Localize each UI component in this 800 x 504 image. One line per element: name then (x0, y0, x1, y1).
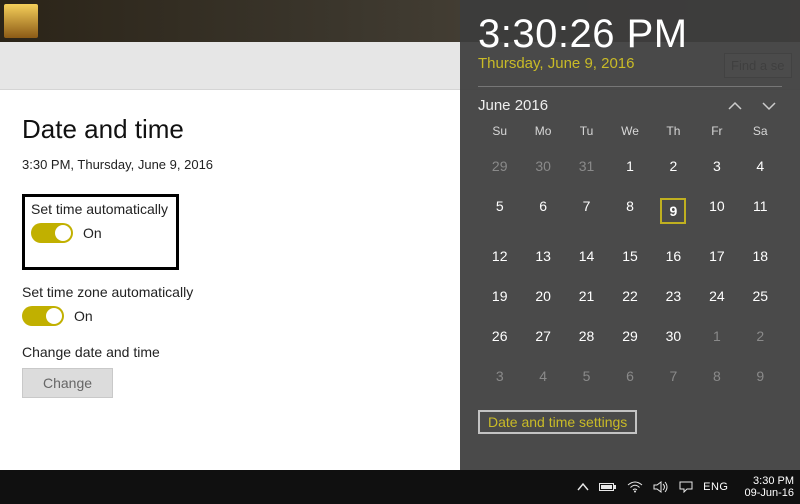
tray-overflow-icon[interactable] (577, 482, 589, 492)
flyout-date: Thursday, June 9, 2016 (478, 55, 782, 72)
calendar-day-cell[interactable]: 26 (478, 324, 521, 348)
toggle-knob (55, 225, 71, 241)
page-title: Date and time (22, 114, 438, 145)
calendar-dow-cell: Sa (739, 124, 782, 138)
set-time-auto-toggle[interactable] (31, 223, 73, 243)
taskbar-clock-date: 09-Jun-16 (744, 487, 794, 499)
calendar-week-row: 2930311234 (478, 154, 782, 178)
calendar-day-cell[interactable]: 31 (565, 154, 608, 178)
desktop-thumbnail (4, 4, 38, 38)
clock-calendar-flyout: 3:30:26 PM Thursday, June 9, 2016 June 2… (460, 0, 800, 470)
calendar-week-row: 3456789 (478, 364, 782, 388)
calendar-next-month[interactable] (762, 101, 776, 111)
calendar-day-cell[interactable]: 30 (652, 324, 695, 348)
calendar-day-cell[interactable]: 16 (652, 244, 695, 268)
set-time-auto-state: On (83, 225, 102, 241)
calendar-day-cell[interactable]: 13 (521, 244, 564, 268)
calendar-day-cell[interactable]: 24 (695, 284, 738, 308)
calendar-day-cell[interactable]: 7 (652, 364, 695, 388)
calendar-day-cell[interactable]: 29 (478, 154, 521, 178)
calendar-day-cell[interactable]: 10 (695, 194, 738, 228)
calendar-day-cell[interactable]: 8 (695, 364, 738, 388)
set-zone-auto-label: Set time zone automatically (22, 284, 438, 300)
calendar-day-cell[interactable]: 11 (739, 194, 782, 228)
calendar-day-cell[interactable]: 27 (521, 324, 564, 348)
calendar-week-row: 19202122232425 (478, 284, 782, 308)
wifi-icon[interactable] (627, 481, 643, 493)
calendar-day-cell[interactable]: 18 (739, 244, 782, 268)
calendar-day-cell[interactable]: 9 (652, 194, 695, 228)
taskbar: ENG 3:30 PM 09-Jun-16 (0, 470, 800, 504)
change-button[interactable]: Change (22, 368, 113, 398)
set-time-auto-label: Set time automatically (31, 201, 168, 217)
calendar-day-cell[interactable]: 2 (652, 154, 695, 178)
toggle-knob (46, 308, 62, 324)
chevron-down-icon (762, 101, 776, 111)
calendar-day-cell[interactable]: 5 (565, 364, 608, 388)
calendar-today-marker: 9 (660, 198, 686, 224)
highlight-box-set-time-auto: Set time automatically On (22, 194, 179, 270)
calendar-dow-cell: We (608, 124, 651, 138)
calendar-day-cell[interactable]: 2 (739, 324, 782, 348)
calendar-day-cell[interactable]: 4 (739, 154, 782, 178)
calendar-day-cell[interactable]: 30 (521, 154, 564, 178)
calendar-week-row: 56789 1011 (478, 194, 782, 228)
calendar-day-cell[interactable]: 7 (565, 194, 608, 228)
volume-icon[interactable] (653, 481, 669, 493)
calendar-day-cell[interactable]: 28 (565, 324, 608, 348)
action-center-icon[interactable] (679, 481, 693, 493)
calendar-day-cell[interactable]: 15 (608, 244, 651, 268)
flyout-time: 3:30:26 PM (478, 12, 782, 57)
calendar-month-row: June 2016 (478, 97, 782, 114)
calendar-body: 2930311234567891011121314151617181920212… (478, 154, 782, 388)
calendar-day-cell[interactable]: 17 (695, 244, 738, 268)
chevron-up-icon (728, 101, 742, 111)
calendar-day-cell[interactable]: 23 (652, 284, 695, 308)
calendar-day-cell[interactable]: 12 (478, 244, 521, 268)
calendar-day-cell[interactable]: 25 (739, 284, 782, 308)
calendar-day-cell[interactable]: 5 (478, 194, 521, 228)
divider (478, 86, 782, 87)
battery-icon[interactable] (599, 482, 617, 492)
change-datetime-label: Change date and time (22, 344, 438, 360)
language-indicator[interactable]: ENG (703, 481, 728, 493)
calendar-day-cell[interactable]: 22 (608, 284, 651, 308)
system-tray: ENG 3:30 PM 09-Jun-16 (577, 475, 794, 499)
calendar-dow-row: SuMoTuWeThFrSa (478, 124, 782, 138)
calendar-day-cell[interactable]: 9 (739, 364, 782, 388)
calendar-dow-cell: Tu (565, 124, 608, 138)
calendar-day-cell[interactable]: 8 (608, 194, 651, 228)
taskbar-clock[interactable]: 3:30 PM 09-Jun-16 (744, 475, 794, 499)
calendar-dow-cell: Su (478, 124, 521, 138)
settings-panel: Date and time 3:30 PM, Thursday, June 9,… (0, 90, 460, 470)
calendar-week-row: 262728293012 (478, 324, 782, 348)
calendar-day-cell[interactable]: 29 (608, 324, 651, 348)
current-datetime-text: 3:30 PM, Thursday, June 9, 2016 (22, 157, 438, 172)
calendar-day-cell[interactable]: 20 (521, 284, 564, 308)
set-zone-auto-state: On (74, 308, 93, 324)
calendar-day-cell[interactable]: 3 (695, 154, 738, 178)
date-time-settings-link[interactable]: Date and time settings (478, 410, 637, 434)
calendar-dow-cell: Fr (695, 124, 738, 138)
calendar-day-cell[interactable]: 19 (478, 284, 521, 308)
calendar-week-row: 12131415161718 (478, 244, 782, 268)
calendar-prev-month[interactable] (728, 101, 742, 111)
calendar-day-cell[interactable]: 6 (521, 194, 564, 228)
calendar-day-cell[interactable]: 4 (521, 364, 564, 388)
calendar-month-label: June 2016 (478, 97, 548, 114)
calendar-day-cell[interactable]: 14 (565, 244, 608, 268)
taskbar-clock-time: 3:30 PM (744, 475, 794, 487)
calendar-day-cell[interactable]: 21 (565, 284, 608, 308)
calendar-day-cell[interactable]: 1 (695, 324, 738, 348)
calendar-day-cell[interactable]: 3 (478, 364, 521, 388)
calendar-dow-cell: Mo (521, 124, 564, 138)
calendar-dow-cell: Th (652, 124, 695, 138)
set-zone-auto-toggle[interactable] (22, 306, 64, 326)
calendar-day-cell[interactable]: 6 (608, 364, 651, 388)
calendar-day-cell[interactable]: 1 (608, 154, 651, 178)
